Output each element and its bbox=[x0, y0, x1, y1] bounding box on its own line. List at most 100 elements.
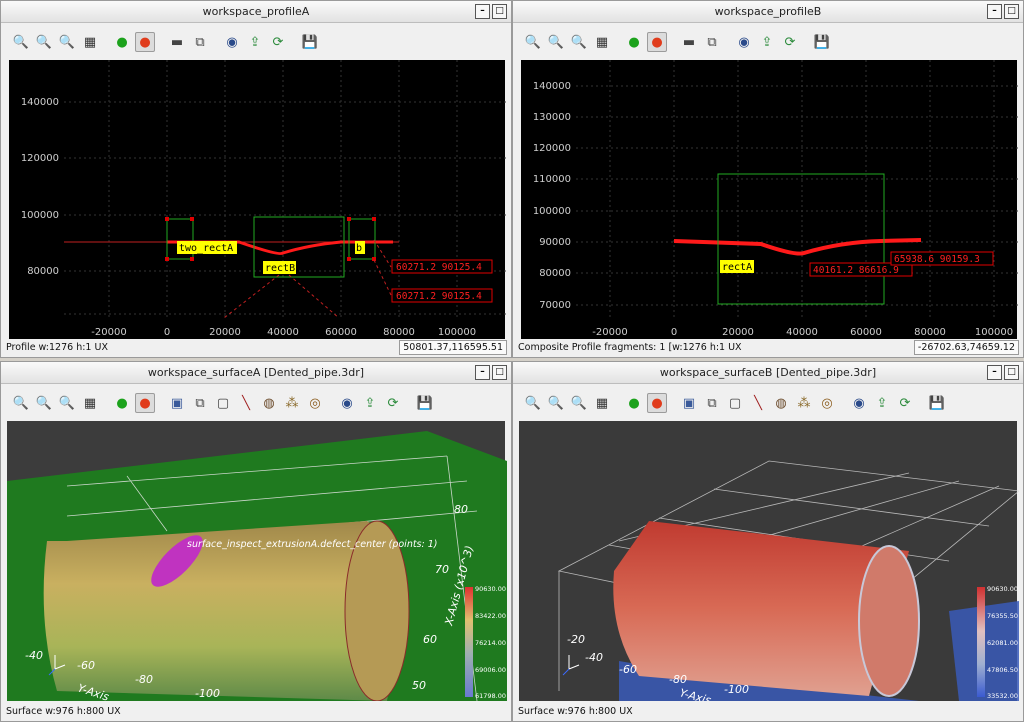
colorbar-label: 76214.00 bbox=[475, 639, 506, 647]
cube-icon[interactable]: ▣ bbox=[679, 393, 699, 413]
inspect-icon[interactable]: ◉ bbox=[337, 393, 357, 413]
refresh-icon[interactable]: ⟳ bbox=[895, 393, 915, 413]
axis-number: 70 bbox=[435, 563, 449, 576]
grid-icon[interactable]: ▦ bbox=[592, 393, 612, 413]
x-tick: 80000 bbox=[914, 327, 946, 338]
record-icon[interactable]: ● bbox=[135, 393, 155, 413]
defect-annotation: surface_inspect_extrusionA.defect_center… bbox=[187, 539, 437, 550]
colorbar-label: 62081.00 bbox=[987, 639, 1018, 647]
minimize-button[interactable]: – bbox=[475, 4, 490, 19]
axis-number: -100 bbox=[195, 687, 220, 700]
tiles-icon[interactable]: ⧉ bbox=[190, 393, 210, 413]
zoom-in-icon[interactable]: 🔍 bbox=[34, 393, 54, 413]
tiles-icon[interactable]: ⧉ bbox=[190, 32, 210, 52]
surface-svg: Y-Axis -20 -40 -60 -80 -100 90630.00 763… bbox=[557, 460, 1020, 707]
pane-surfaceB: workspace_surfaceB [Dented_pipe.3dr] – □ … bbox=[512, 361, 1024, 722]
zoom-out-icon[interactable]: 🔍 bbox=[523, 32, 543, 52]
maximize-button[interactable]: □ bbox=[1004, 4, 1019, 19]
green-dot-icon[interactable]: ● bbox=[112, 393, 132, 413]
tiles-icon[interactable]: ⧉ bbox=[702, 393, 722, 413]
zoom-in-icon[interactable]: 🔍 bbox=[34, 32, 54, 52]
surface-view[interactable]: Y-Axis -20 -40 -60 -80 -100 90630.00 763… bbox=[519, 421, 1020, 707]
refresh-icon[interactable]: ⟳ bbox=[383, 393, 403, 413]
maximize-button[interactable]: □ bbox=[492, 365, 507, 380]
zoom-in-icon[interactable]: 🔍 bbox=[546, 393, 566, 413]
y-tick: 70000 bbox=[539, 300, 571, 311]
record-icon[interactable]: ● bbox=[647, 393, 667, 413]
export-icon[interactable]: ⇪ bbox=[872, 393, 892, 413]
x-tick: 100000 bbox=[438, 327, 476, 338]
save-icon[interactable]: 💾 bbox=[927, 393, 947, 413]
pane-title-text: workspace_profileA bbox=[202, 5, 310, 18]
x-tick: 0 bbox=[164, 327, 170, 338]
inspect-icon[interactable]: ◉ bbox=[734, 32, 754, 52]
tiles-icon[interactable]: ⧉ bbox=[702, 32, 722, 52]
box-icon[interactable]: ▢ bbox=[725, 393, 745, 413]
coord-readout: 50801.37,116595.51 bbox=[399, 340, 507, 355]
zoom-out-icon[interactable]: 🔍 bbox=[523, 393, 543, 413]
status-bar: Surface w:976 h:800 UX bbox=[513, 703, 1023, 721]
grid-icon[interactable]: ▦ bbox=[80, 393, 100, 413]
green-dot-icon[interactable]: ● bbox=[624, 32, 644, 52]
record-icon[interactable]: ● bbox=[647, 32, 667, 52]
zoom-out-icon[interactable]: 🔍 bbox=[11, 393, 31, 413]
surface-svg: surface_inspect_extrusionA.defect_center… bbox=[7, 431, 507, 704]
grid-icon[interactable]: ▦ bbox=[80, 32, 100, 52]
line-tool-icon[interactable]: ╲ bbox=[236, 393, 256, 413]
pane-title-text: workspace_surfaceB [Dented_pipe.3dr] bbox=[659, 366, 877, 379]
export-icon[interactable]: ⇪ bbox=[360, 393, 380, 413]
save-icon[interactable]: 💾 bbox=[812, 32, 832, 52]
sphere-icon[interactable]: ◍ bbox=[771, 393, 791, 413]
zoom-fit-icon[interactable]: 🔍 bbox=[57, 32, 77, 52]
ring-icon[interactable]: ◎ bbox=[305, 393, 325, 413]
minimize-button[interactable]: – bbox=[987, 365, 1002, 380]
label-rectA: rectA bbox=[722, 262, 752, 273]
y-tick: 110000 bbox=[533, 174, 571, 185]
zoom-in-icon[interactable]: 🔍 bbox=[546, 32, 566, 52]
toolbar: 🔍 🔍 🔍 ▦ ● ● ▣ ⧉ ▢ ╲ ◍ ⁂ ◎ ◉ ⇪ ⟳ 💾 bbox=[513, 385, 1023, 421]
grid-icon[interactable]: ▦ bbox=[592, 32, 612, 52]
rect-icon[interactable]: ▬ bbox=[167, 32, 187, 52]
inspect-icon[interactable]: ◉ bbox=[849, 393, 869, 413]
profile-plot[interactable]: 140000 130000 120000 110000 100000 90000… bbox=[521, 60, 1019, 340]
refresh-icon[interactable]: ⟳ bbox=[268, 32, 288, 52]
green-dot-icon[interactable]: ● bbox=[112, 32, 132, 52]
x-tick: 100000 bbox=[975, 327, 1013, 338]
zoom-out-icon[interactable]: 🔍 bbox=[11, 32, 31, 52]
maximize-button[interactable]: □ bbox=[492, 4, 507, 19]
maximize-button[interactable]: □ bbox=[1004, 365, 1019, 380]
minimize-button[interactable]: – bbox=[475, 365, 490, 380]
colorbar bbox=[465, 587, 473, 697]
green-dot-icon[interactable]: ● bbox=[624, 393, 644, 413]
pipe-end bbox=[858, 545, 920, 697]
export-icon[interactable]: ⇪ bbox=[245, 32, 265, 52]
zoom-fit-icon[interactable]: 🔍 bbox=[569, 393, 589, 413]
pane-title: workspace_profileB – □ bbox=[513, 1, 1023, 23]
label-rectB: rectB bbox=[265, 263, 295, 274]
workspace-grid: workspace_profileA – □ 🔍 🔍 🔍 ▦ ● ● ▬ ⧉ ◉ … bbox=[0, 0, 1024, 722]
rect-icon[interactable]: ▬ bbox=[679, 32, 699, 52]
colorbar-label: 69006.00 bbox=[475, 666, 506, 674]
status-bar: Profile w:1276 h:1 UX 50801.37,116595.51 bbox=[1, 339, 511, 357]
save-icon[interactable]: 💾 bbox=[415, 393, 435, 413]
surface-view[interactable]: surface_inspect_extrusionA.defect_center… bbox=[7, 421, 507, 704]
save-icon[interactable]: 💾 bbox=[300, 32, 320, 52]
cube-icon[interactable]: ▣ bbox=[167, 393, 187, 413]
export-icon[interactable]: ⇪ bbox=[757, 32, 777, 52]
marker-label: 60271.2 90125.4 bbox=[396, 291, 482, 302]
ring-icon[interactable]: ◎ bbox=[817, 393, 837, 413]
refresh-icon[interactable]: ⟳ bbox=[780, 32, 800, 52]
sphere-icon[interactable]: ◍ bbox=[259, 393, 279, 413]
minimize-button[interactable]: – bbox=[987, 4, 1002, 19]
inspect-icon[interactable]: ◉ bbox=[222, 32, 242, 52]
axis-number: -60 bbox=[77, 659, 95, 672]
profile-plot[interactable]: 140000 120000 100000 80000 -20000 0 2000… bbox=[9, 60, 507, 340]
spheres-icon[interactable]: ⁂ bbox=[282, 393, 302, 413]
rect-rectA[interactable] bbox=[717, 173, 885, 305]
record-icon[interactable]: ● bbox=[135, 32, 155, 52]
zoom-fit-icon[interactable]: 🔍 bbox=[569, 32, 589, 52]
spheres-icon[interactable]: ⁂ bbox=[794, 393, 814, 413]
box-icon[interactable]: ▢ bbox=[213, 393, 233, 413]
zoom-fit-icon[interactable]: 🔍 bbox=[57, 393, 77, 413]
line-tool-icon[interactable]: ╲ bbox=[748, 393, 768, 413]
